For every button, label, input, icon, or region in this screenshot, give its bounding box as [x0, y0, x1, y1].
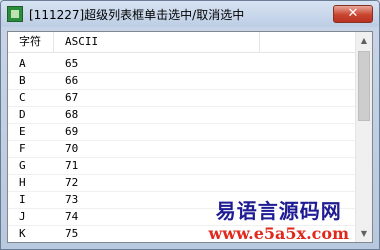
- list-header: 字符 ASCII: [8, 32, 355, 53]
- scrollbar-thumb[interactable]: [358, 51, 370, 121]
- cell-char: H: [19, 176, 26, 189]
- cell-char: K: [19, 227, 26, 240]
- cell-char: J: [19, 210, 26, 223]
- scroll-down-arrow-icon[interactable]: ▼: [356, 225, 372, 242]
- cell-char: A: [19, 57, 26, 70]
- app-icon: [7, 6, 23, 22]
- cell-ascii: 67: [65, 91, 79, 104]
- column-header-char[interactable]: 字符: [8, 32, 54, 52]
- cell-char: G: [19, 159, 26, 172]
- watermark: 易语言源码网 www.e5a5x.com: [208, 195, 349, 243]
- watermark-site-name: 易语言源码网: [215, 199, 342, 223]
- list-row[interactable]: C 67: [8, 90, 355, 107]
- close-button[interactable]: ✕: [333, 5, 373, 23]
- column-header-empty[interactable]: [260, 32, 355, 52]
- list-row[interactable]: F 70: [8, 141, 355, 158]
- cell-char: I: [19, 193, 26, 206]
- column-header-ascii[interactable]: ASCII: [54, 32, 260, 52]
- window-title: [111227]超级列表框单击选中/取消选中: [29, 8, 245, 22]
- list-row[interactable]: A 65: [8, 56, 355, 73]
- list-row[interactable]: G 71: [8, 158, 355, 175]
- watermark-url: www.e5a5x.com: [208, 224, 349, 243]
- cell-ascii: 68: [65, 108, 79, 121]
- cell-char: D: [19, 108, 26, 121]
- cell-char: B: [19, 74, 26, 87]
- list-row[interactable]: B 66: [8, 73, 355, 90]
- cell-ascii: 71: [65, 159, 79, 172]
- title-bar[interactable]: [111227]超级列表框单击选中/取消选中 ✕: [1, 1, 379, 27]
- cell-char: E: [19, 125, 26, 138]
- list-row[interactable]: E 69: [8, 124, 355, 141]
- app-window: [111227]超级列表框单击选中/取消选中 ✕ 字符 ASCII A 65 B 6…: [0, 0, 380, 250]
- cell-char: F: [19, 142, 26, 155]
- cell-char: C: [19, 91, 26, 104]
- cell-ascii: 72: [65, 176, 79, 189]
- list-row[interactable]: H 72: [8, 175, 355, 192]
- vertical-scrollbar[interactable]: ▲ ▼: [355, 32, 372, 242]
- cell-ascii: 66: [65, 74, 79, 87]
- cell-ascii: 65: [65, 57, 79, 70]
- cell-ascii: 70: [65, 142, 79, 155]
- list-row[interactable]: D 68: [8, 107, 355, 124]
- cell-ascii: 69: [65, 125, 79, 138]
- scroll-up-arrow-icon[interactable]: ▲: [356, 32, 372, 49]
